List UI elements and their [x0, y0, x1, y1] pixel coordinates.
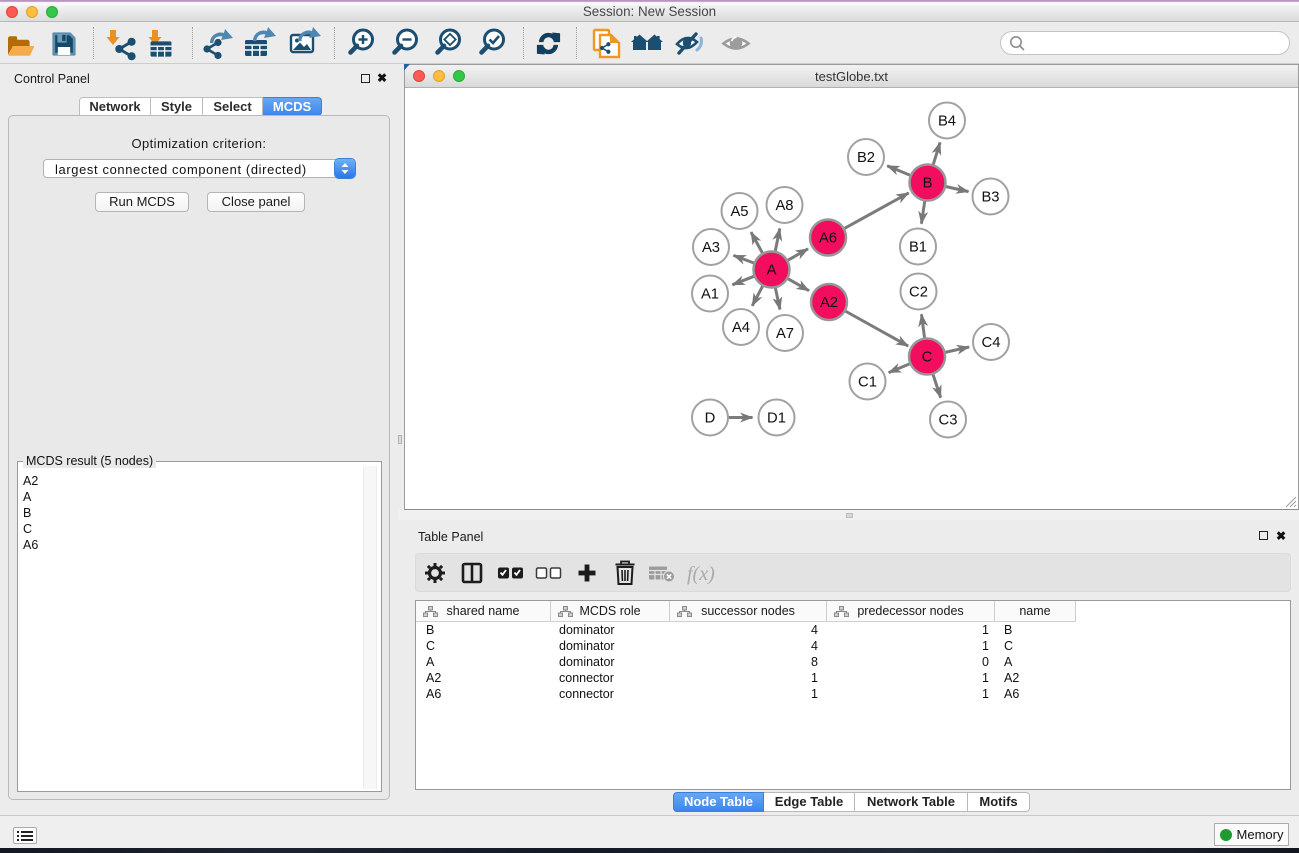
svg-text:A3: A3 [702, 240, 720, 256]
svg-text:B3: B3 [981, 190, 999, 206]
svg-text:C4: C4 [982, 335, 1001, 351]
svg-text:A8: A8 [775, 198, 793, 214]
svg-text:A4: A4 [732, 320, 750, 336]
svg-text:A: A [767, 263, 777, 279]
svg-text:B2: B2 [857, 150, 875, 166]
svg-text:A7: A7 [776, 326, 794, 342]
svg-text:A6: A6 [819, 231, 837, 247]
svg-text:C2: C2 [909, 285, 928, 301]
svg-text:B1: B1 [909, 240, 927, 256]
svg-text:C: C [922, 350, 933, 366]
svg-text:A5: A5 [730, 204, 748, 220]
svg-text:f(x): f(x) [687, 563, 715, 585]
svg-text:C1: C1 [858, 375, 877, 391]
svg-text:B: B [923, 176, 933, 192]
svg-text:D1: D1 [767, 411, 786, 427]
svg-text:A1: A1 [701, 287, 719, 303]
svg-text:C3: C3 [939, 413, 958, 429]
svg-text:A2: A2 [820, 295, 838, 311]
svg-text:B4: B4 [938, 114, 956, 130]
svg-text:D: D [705, 411, 716, 427]
